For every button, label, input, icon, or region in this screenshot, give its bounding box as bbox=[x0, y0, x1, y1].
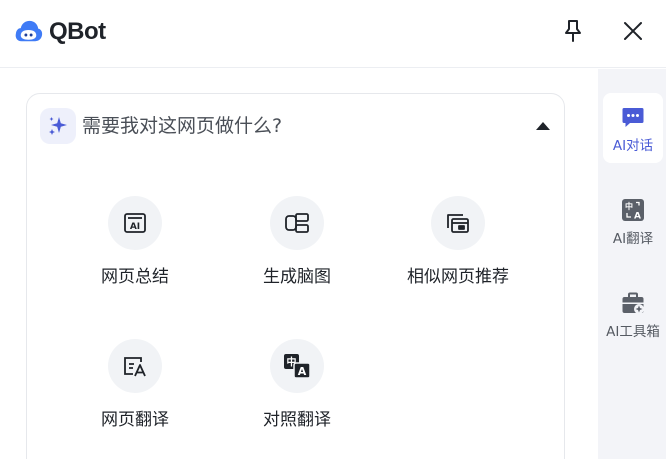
sidebar-item-label: AI翻译 bbox=[612, 231, 654, 247]
card-header[interactable]: 需要我对这网页做什么? bbox=[27, 94, 564, 160]
chat-icon bbox=[622, 108, 644, 127]
header: QBot bbox=[0, 0, 666, 68]
toolbox-icon bbox=[622, 292, 644, 314]
sparkle-icon bbox=[40, 108, 76, 144]
similar-pages-icon bbox=[431, 196, 485, 250]
page-translate-icon bbox=[108, 339, 162, 393]
brand-title: QBot bbox=[49, 18, 106, 45]
action-mind-map[interactable]: 生成脑图 bbox=[222, 196, 372, 306]
prompt-question: 需要我对这网页做什么? bbox=[82, 115, 283, 137]
action-similar-pages[interactable]: 相似网页推荐 bbox=[383, 196, 533, 306]
action-label: 网页翻译 bbox=[101, 410, 169, 430]
action-bilingual-translate[interactable]: 中 A 对照翻译 bbox=[222, 339, 372, 449]
action-page-translate[interactable]: 网页翻译 bbox=[60, 339, 210, 449]
action-label: 相似网页推荐 bbox=[407, 267, 509, 287]
bilingual-translate-icon: 中 A bbox=[270, 339, 324, 393]
pin-button[interactable] bbox=[559, 17, 587, 45]
ai-summary-icon: AI bbox=[108, 196, 162, 250]
sidebar-item-label: AI对话 bbox=[612, 138, 654, 154]
close-button[interactable] bbox=[619, 17, 647, 45]
pin-icon bbox=[565, 20, 581, 42]
sidebar-item-ai-translate[interactable]: 中 A AI翻译 bbox=[603, 186, 663, 256]
quick-actions-card: 需要我对这网页做什么? AI 网页总结 生成脑图 相似网页推荐 网页翻译 中 A… bbox=[26, 93, 565, 459]
action-page-summary[interactable]: AI 网页总结 bbox=[60, 196, 210, 306]
svg-text:中: 中 bbox=[625, 201, 633, 211]
sidebar-item-ai-chat[interactable]: AI对话 bbox=[603, 93, 663, 163]
action-label: 生成脑图 bbox=[263, 267, 331, 287]
svg-text:A: A bbox=[634, 212, 641, 222]
main-panel: 需要我对这网页做什么? AI 网页总结 生成脑图 相似网页推荐 网页翻译 中 A… bbox=[0, 69, 598, 459]
svg-text:AI: AI bbox=[130, 222, 140, 232]
close-icon bbox=[624, 22, 642, 40]
caret-up-icon[interactable] bbox=[534, 119, 552, 133]
action-label: 对照翻译 bbox=[263, 410, 331, 430]
action-label: 网页总结 bbox=[101, 267, 169, 287]
mind-map-icon bbox=[270, 196, 324, 250]
right-sidebar: AI对话 中 A AI翻译 AI工具箱 bbox=[598, 69, 666, 459]
qbot-logo-icon bbox=[15, 20, 43, 42]
svg-text:A: A bbox=[298, 365, 307, 378]
sidebar-item-label: AI工具箱 bbox=[606, 324, 660, 340]
translate-icon: 中 A bbox=[622, 199, 644, 222]
sidebar-item-ai-toolbox[interactable]: AI工具箱 bbox=[603, 279, 663, 349]
